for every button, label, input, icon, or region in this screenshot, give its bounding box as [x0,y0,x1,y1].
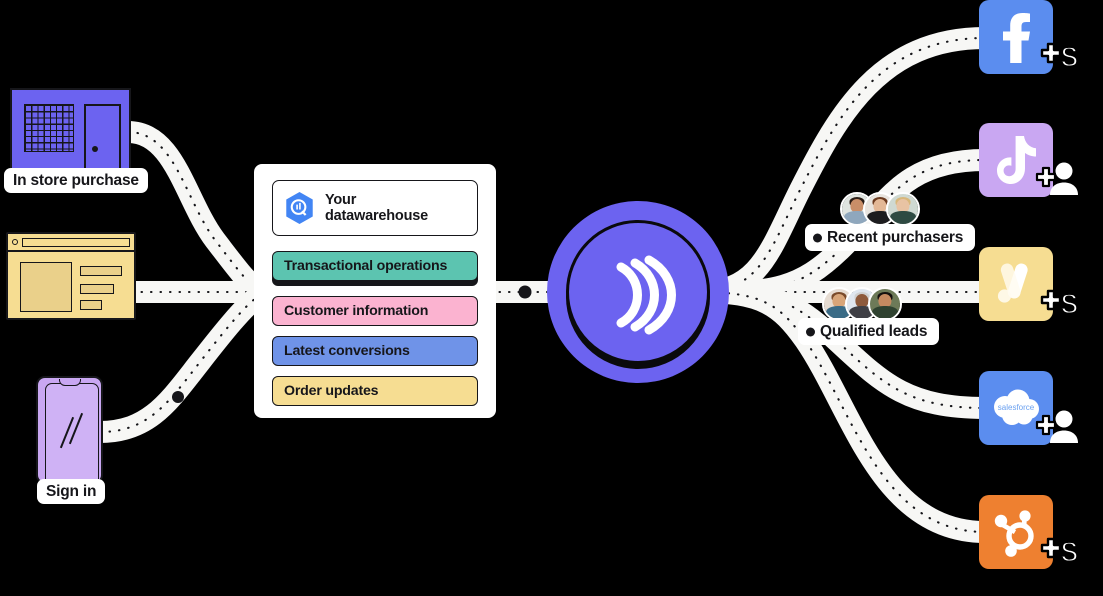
door-knob-icon [92,146,98,152]
datawarehouse-title: Your datawarehouse [325,192,428,224]
add-person-badge [1035,410,1078,443]
tiktok-icon [997,136,1036,184]
svg-text:$: $ [1061,536,1078,569]
datawarehouse-title-line1: Your [325,191,357,208]
bigquery-hexagon-icon [286,191,313,225]
avatar [868,287,902,321]
browser-text-line [80,300,102,310]
flow-marker [172,391,184,403]
plus-dollar-badge: $ [1040,287,1079,321]
warehouse-row-order-updates[interactable]: Order updates [272,376,478,406]
warehouse-row-latest-conversions[interactable]: Latest conversions [272,336,478,366]
screen-glare-line [59,416,74,449]
destination-facebook[interactable]: $ [979,0,1079,74]
source-label-in-store: In store purchase [4,168,148,193]
flow-instore-to-warehouse [126,121,263,297]
phone-screen [45,383,99,482]
browser-text-line [80,284,114,294]
audience-label-text: Recent purchasers [827,228,964,246]
destination-salesforce[interactable]: salesforce [979,371,1078,445]
store-window-grid [24,104,74,152]
smartphone-icon [36,376,103,484]
google-ads-icon [997,263,1028,303]
audience-avatars-recent-purchasers [840,192,920,226]
audience-dot-icon [813,233,822,242]
store-door [84,104,121,178]
add-person-badge [1035,162,1078,195]
datawarehouse-card: Your datawarehouse Transactional operati… [254,164,496,418]
audience-dot-icon [806,327,815,336]
flow-marker [518,285,532,299]
audience-label-text: Qualified leads [820,322,928,340]
phone-notch [58,379,81,386]
hubspot-icon [994,510,1034,557]
browser-text-line [80,266,122,276]
svg-text:$: $ [1061,288,1078,321]
plus-dollar-badge: $ [1040,40,1079,74]
audience-label-recent-purchasers: Recent purchasers [805,224,976,251]
destination-google-ads[interactable]: $ [979,247,1079,321]
diagram-canvas: .pipe { fill: none; stroke: #f7f7f5; str… [0,0,1103,596]
audience-avatars-qualified-leads [822,287,902,321]
warehouse-row-customer-information[interactable]: Customer information [272,296,478,326]
audience-label-qualified-leads: Qualified leads [798,318,940,345]
source-label-sign-in: Sign in [37,479,106,504]
svg-text:$: $ [1061,41,1078,74]
warehouse-row-transactional-operations[interactable]: Transactional operations [272,251,478,281]
hub-node [547,201,729,383]
browser-hero-block [20,262,72,312]
datawarehouse-title-line2: datawarehouse [325,208,428,224]
storefront-icon [10,88,131,178]
browser-dot-icon [12,239,18,245]
hub-inner-circle [566,220,710,364]
facebook-icon [1003,13,1030,63]
avatar [886,192,920,226]
browser-address-bar [8,234,134,252]
waves-logo-icon [616,255,676,335]
datawarehouse-header: Your datawarehouse [272,180,478,236]
browser-url-bar [22,237,130,247]
plus-dollar-badge: $ [1040,535,1079,569]
browser-window-icon [6,232,136,320]
svg-text:salesforce: salesforce [998,403,1035,412]
destination-hubspot[interactable]: $ [979,495,1079,569]
destination-tiktok[interactable] [979,123,1078,197]
